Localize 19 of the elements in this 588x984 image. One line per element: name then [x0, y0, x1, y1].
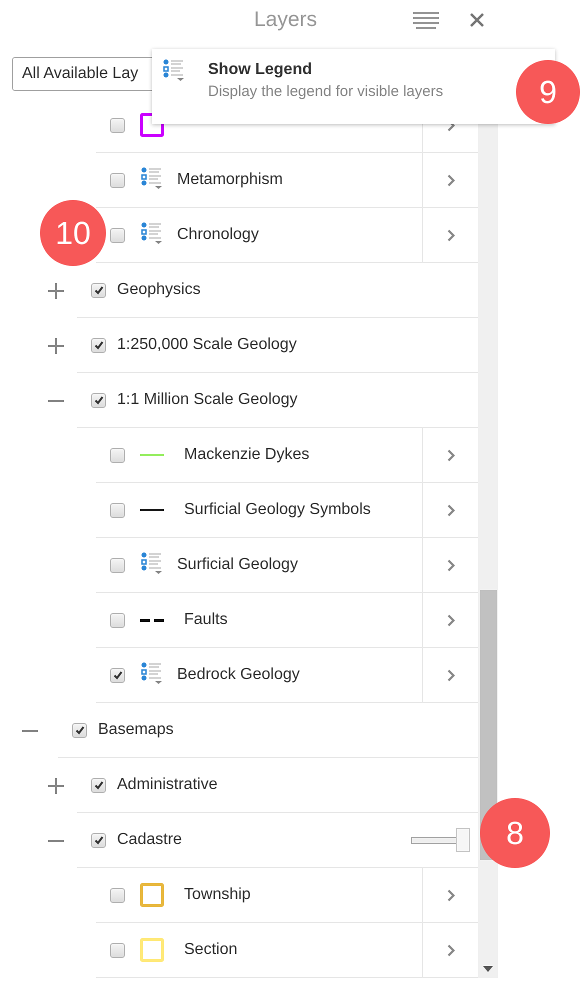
- step-callout: 9: [516, 60, 580, 124]
- layer-name: 1:250,000 Scale Geology: [117, 336, 297, 354]
- panel-title: Layers: [254, 8, 318, 32]
- step-callout: 10: [40, 200, 106, 266]
- layer-name: Cadastre: [117, 831, 182, 849]
- layer-name: Surficial Geology: [177, 556, 298, 574]
- layer-name: Section: [184, 941, 238, 959]
- layer-name: Township: [184, 886, 251, 904]
- layer-name: Geophysics: [117, 281, 201, 299]
- layer-name: Administrative: [117, 776, 218, 794]
- layer-name: Faults: [184, 611, 228, 629]
- layer-name: Chronology: [177, 226, 259, 244]
- layer-name: Mackenzie Dykes: [184, 446, 310, 464]
- layer-name: Basemaps: [98, 721, 174, 739]
- layer-name: Surficial Geology Symbols: [184, 501, 371, 519]
- step-callout: 8: [480, 798, 550, 868]
- layer-name: 1:1 Million Scale Geology: [117, 391, 298, 409]
- layer-name: Bedrock Geology: [177, 666, 300, 684]
- layer-name: Metamorphism: [177, 171, 283, 189]
